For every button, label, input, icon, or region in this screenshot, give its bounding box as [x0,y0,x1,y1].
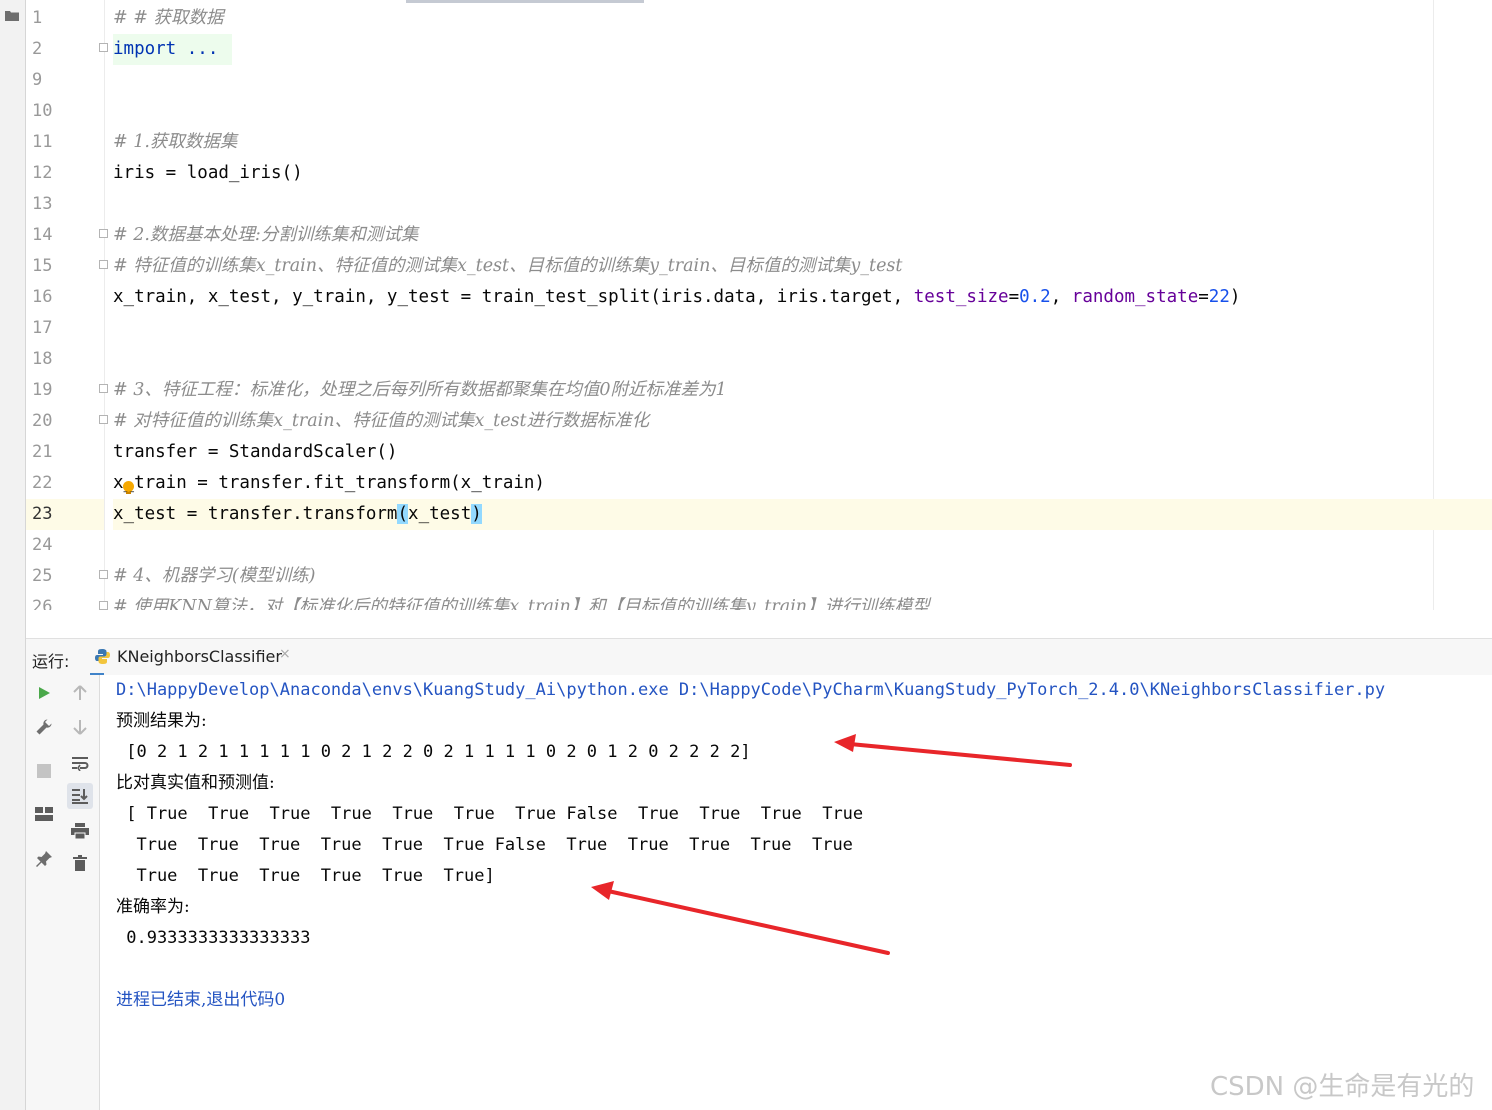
line-number: 17 [32,318,53,338]
matched-paren: ( [397,504,409,524]
layout-icon[interactable] [33,803,55,825]
line-number: 1 [32,8,43,28]
code-line[interactable]: # 1.获取数据集 [113,127,237,158]
console-accuracy-value: 0.9333333333333333 [116,928,311,948]
code-lines[interactable]: # # 获取数据 import ... # 1.获取数据集 iris = loa… [113,0,1492,610]
named-param: test_size [913,287,1009,307]
code-line[interactable]: transfer = StandardScaler() [113,437,397,468]
console-compare-line: True True True True True True False True… [116,835,853,855]
scroll-to-end-icon[interactable] [67,783,93,809]
code-token: = [1198,287,1209,307]
code-line[interactable]: # 对特征值的训练集x_train、特征值的测试集x_test进行数据标准化 [113,406,649,437]
run-config-tab[interactable]: KNeighborsClassifier × [90,639,291,676]
fold-expand-icon[interactable] [99,43,108,52]
console-command-line[interactable]: D:\HappyDevelop\Anaconda\envs\KuangStudy… [116,675,1385,706]
fold-collapse-icon[interactable] [99,229,108,238]
code-token: , [1050,287,1072,307]
line-number: 9 [32,70,43,90]
console-compare-line: [ True True True True True True True Fal… [116,804,864,824]
code-editor[interactable]: 1 2 9 10 11 12 13 14 15 16 17 18 19 20 2… [26,0,1492,610]
code-line-folded-import[interactable]: import ... [113,34,233,65]
line-number: 21 [32,442,53,462]
console-compare-line: True True True True True True] [116,866,495,886]
line-number: 26 [26,592,108,610]
print-icon[interactable] [69,820,91,842]
close-tab-icon[interactable]: × [279,646,291,662]
fold-collapse-icon[interactable] [99,570,108,579]
project-tool-strip [0,0,26,1110]
console-accuracy-label: 准确率为: [116,897,190,917]
run-toolbar-primary [26,675,63,1110]
import-keyword: import ... [113,39,219,59]
line-number: 13 [32,194,53,214]
trash-icon[interactable] [69,852,91,874]
fold-collapse-icon[interactable] [99,601,108,610]
matched-paren: ) [471,504,482,524]
line-number: 11 [32,132,53,152]
line-number: 20 [26,406,108,437]
code-line[interactable]: # 2.数据基本处理:分割训练集和测试集 [113,220,418,251]
code-line[interactable]: # # 获取数据 [113,3,223,34]
line-number: 10 [32,101,53,121]
run-label: 运行: [32,652,70,671]
code-token: x_train, x_test, y_train, y_test = train… [113,287,914,307]
line-number: 19 [26,375,108,406]
pin-icon[interactable] [33,848,55,870]
line-number: 2 [26,34,108,65]
code-token: x_test = transfer.transform [113,504,398,524]
fold-collapse-icon[interactable] [99,384,108,393]
console-output[interactable]: D:\HappyDevelop\Anaconda\envs\KuangStudy… [100,675,1492,1110]
number-literal: 22 [1208,287,1230,307]
code-line[interactable]: # 4、机器学习(模型训练) [113,561,316,592]
console-exit-message: 进程已结束,退出代码0 [116,990,286,1010]
code-line[interactable]: # 3、特征工程：标准化，处理之后每列所有数据都聚集在均值0附近标准差为1 [113,375,727,406]
line-number-gutter: 1 2 9 10 11 12 13 14 15 16 17 18 19 20 2… [26,0,108,610]
line-number: 16 [32,287,53,307]
python-icon [95,649,110,664]
watermark: CSDN @生命是有光的 [1210,1072,1475,1102]
code-token: = [1008,287,1020,307]
soft-wrap-icon[interactable] [69,752,91,774]
run-tab-label: KNeighborsClassifier [117,647,282,666]
arrow-down-icon[interactable] [69,716,91,738]
line-number: 24 [32,535,53,555]
run-toolbar-secondary [62,675,100,1110]
line-number-current: 23 [26,499,104,530]
code-line[interactable]: x_train, x_test, y_train, y_test = train… [113,282,1240,313]
arrow-up-icon[interactable] [69,682,91,704]
number-literal: 0.2 [1019,287,1051,307]
rerun-icon[interactable] [33,682,55,704]
code-line[interactable]: x_train = transfer.fit_transform(x_train… [113,468,545,499]
line-number: 14 [26,220,108,251]
console-compare-label: 比对真实值和预测值: [116,773,275,793]
fold-end-icon[interactable] [99,415,108,424]
named-param: random_state [1071,287,1199,307]
code-token: ) [1229,287,1241,307]
code-token: x_test [408,504,472,524]
run-tool-header: 运行: KNeighborsClassifier × [26,638,1492,676]
code-line[interactable]: # 特征值的训练集x_train、特征值的测试集x_test、目标值的训练集y_… [113,251,902,282]
code-line[interactable]: # 使用KNN算法，对【标准化后的特征值的训练集x_train】和【目标值的训练… [113,592,930,610]
console-pred-label: 预测结果为: [116,711,207,731]
stop-icon[interactable] [33,760,55,782]
folder-icon[interactable] [5,10,19,21]
line-number: 22 [32,473,53,493]
intention-bulb-icon[interactable] [123,481,134,494]
code-line-current[interactable]: x_test = transfer.transform(x_test) [113,499,482,530]
line-number: 25 [26,561,108,592]
wrench-icon[interactable] [33,716,55,738]
fold-end-icon[interactable] [99,260,108,269]
line-number: 12 [32,163,53,183]
code-line[interactable]: iris = load_iris() [113,158,303,189]
line-number: 15 [26,251,108,282]
console-pred-values: [0 2 1 2 1 1 1 1 1 0 2 1 2 2 0 2 1 1 1 1… [116,742,751,762]
line-number: 18 [32,349,53,369]
